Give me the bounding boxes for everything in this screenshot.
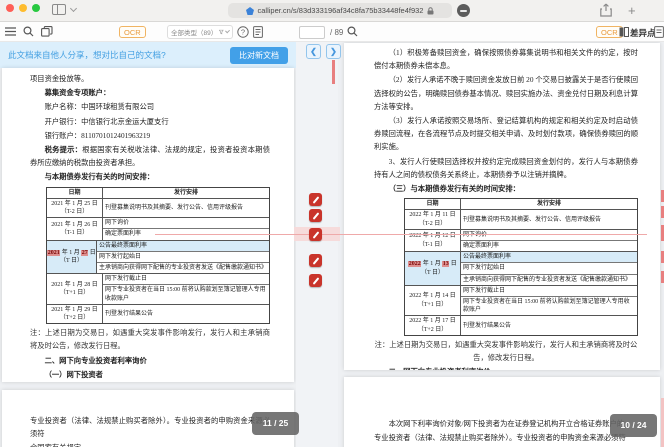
right-page-1: （1）积极筹备赎回资金，确保按照债券募集说明书和相关文件的约定，按时偿付本期债券…: [344, 43, 660, 370]
paragraph: 税务提示：根据国家有关税收法律、法规的规定，投资者投资本期债券所应缴纳的税款由投…: [30, 143, 270, 169]
prev-diff-button[interactable]: ❮: [306, 44, 321, 59]
type-filter-dropdown[interactable]: 全部类型（89）: [167, 25, 233, 39]
url-text: calliper.cn/s/83d333196af34c8fa75b33448f…: [258, 6, 424, 15]
table-header: 日期 发行安排: [405, 199, 637, 209]
help-icon[interactable]: ?: [237, 26, 249, 38]
dropdown-chevron-icon: [225, 28, 230, 33]
right-document-pane: （1）积极筹备赎回资金，确保按照债券募集说明书和相关文件的约定，按时偿付本期债券…: [338, 42, 664, 447]
table-row: 2021 年 1 月 29 日（T+2 日） 刊登发行结果公告: [47, 304, 269, 323]
paragraph: 专业投资者（法律、法规禁止购买者除外）。专业投资者的申购资金来源必须符: [374, 431, 638, 444]
page-total-label: / 89: [330, 28, 343, 37]
diff-marker-icon[interactable]: [309, 193, 322, 206]
compare-new-doc-button[interactable]: 比对新文档: [230, 47, 288, 64]
diff-marker-icon[interactable]: [309, 254, 322, 267]
table-header: 日期 发行安排: [47, 188, 269, 198]
extension-icon[interactable]: [457, 4, 470, 17]
pane-divider: [296, 42, 338, 447]
paragraph: （2）发行人承诺不晚于赎回资金发放日前 20 个交易日披露关于是否行使赎回选择权…: [374, 73, 638, 113]
paragraph: 银行账户：8110701012401963219: [30, 129, 270, 142]
paragraph: 3、发行人行使赎回选择权并按约定完成赎回资金划付的，发行人与本期债券持有人之间的…: [374, 155, 638, 181]
table-note: 注：上述日期为交易日，如遇重大突发事件影响发行，发行人和主承销商将及时公告，修改…: [30, 326, 270, 352]
svg-text:?: ?: [241, 28, 245, 37]
heading: （三）与本期债券发行有关的时间安排：: [374, 182, 638, 195]
heading: 二、网下向专业投资者利率询价: [30, 354, 270, 367]
split-compare-icon[interactable]: [619, 27, 629, 37]
filter-icon: [219, 29, 224, 35]
page-number-input[interactable]: [299, 26, 325, 39]
table-note: 注：上述日期为交易日，如遇重大突发事件影响发行，发行人和主承销商将及时公告，修改…: [374, 338, 638, 364]
site-favicon: [246, 7, 254, 15]
app-toolbar: OCR 全部类型（89） ? / 89 OCR 差异点: [0, 22, 664, 42]
thumbnails-icon[interactable]: [41, 26, 53, 37]
share-banner: 此文档来自他人分享，想对比自己的文档? 比对新文档: [0, 42, 296, 68]
search-icon-right[interactable]: [347, 26, 358, 37]
paragraph: （1）积极筹备赎回资金，确保按照债券募集说明书和相关文件的约定，按时偿付本期债券…: [374, 46, 638, 72]
heading: 二、网下向专业投资者利率询价: [374, 365, 638, 370]
paragraph: （3）发行人承诺按照交易场所、登记结算机构的规定和相关约定及时启动债券赎回流程，…: [374, 114, 638, 154]
table-row-highlighted: 2021 年 1 月 27 日（T 日） 公告最终票面利率网下发行起始日主承销商…: [47, 240, 269, 274]
paragraph: 开户银行：中信银行北京金运大厦支行: [30, 115, 270, 128]
schedule-table-right: 日期 发行安排 2022 年 1 月 11 日（T-2 日） 刊登募集说明书及其…: [404, 198, 638, 336]
left-page-2: 专业投资者（法律、法规禁止购买者除外）。专业投资者的申购资金来源必须符 合国家有…: [2, 390, 294, 447]
share-icon[interactable]: [600, 3, 612, 17]
left-document-pane: 此文档来自他人分享，想对比自己的文档? 比对新文档 项目资金投放等。 募集资金专…: [0, 42, 296, 447]
browser-window: calliper.cn/s/83d333196af34c8fa75b33448f…: [0, 0, 664, 447]
diff-connector-line: [155, 234, 647, 235]
browser-chrome: calliper.cn/s/83d333196af34c8fa75b33448f…: [0, 0, 664, 22]
heading: 与本期债券发行有关的时间安排：: [30, 170, 270, 183]
diff-marker-icon[interactable]: [309, 209, 322, 222]
lock-icon: [427, 7, 434, 15]
menu-icon[interactable]: [5, 26, 16, 37]
heading: （一）网下投资者: [30, 368, 270, 381]
diff-marker-icon[interactable]: [309, 274, 322, 287]
table-row: 2022 年 1 月 12 日（T-1 日） 网下询价确定票面利率: [405, 229, 637, 251]
next-diff-button[interactable]: ❯: [326, 44, 341, 59]
address-bar[interactable]: calliper.cn/s/83d333196af34c8fa75b33448f…: [228, 3, 452, 18]
main-area: 此文档来自他人分享，想对比自己的文档? 比对新文档 项目资金投放等。 募集资金专…: [0, 42, 664, 447]
diff-marker-icon[interactable]: [309, 228, 322, 241]
paragraph: 项目资金投放等。: [30, 72, 270, 85]
schedule-table-left: 日期 发行安排 2021 年 1 月 25 日（T-2 日） 刊登募集说明书及其…: [46, 187, 270, 325]
table-row: 2022 年 1 月 11 日（T-2 日） 刊登募集说明书及其摘要、发行公告、…: [405, 209, 637, 228]
left-page-badge: 11 / 25: [252, 412, 299, 435]
right-page-badge: 10 / 24: [610, 414, 657, 437]
ocr-badge-left[interactable]: OCR: [119, 26, 146, 38]
search-icon-left[interactable]: [23, 26, 34, 37]
zoom-window-button[interactable]: [32, 4, 40, 12]
share-banner-text: 此文档来自他人分享，想对比自己的文档?: [8, 49, 166, 61]
document-icon-left[interactable]: [253, 26, 263, 38]
left-page-1: 项目资金投放等。 募集资金专项账户： 账户名称：中国环球租赁有限公司 开户银行：…: [2, 68, 294, 382]
paragraph: 本次网下利率询价对象/网下投资者为在证券登记机构开立合格证券账户的: [374, 417, 638, 430]
paragraph: 账户名称：中国环球租赁有限公司: [30, 100, 270, 113]
diff-ruler-tick[interactable]: [332, 60, 335, 84]
table-row: 2021 年 1 月 26 日（T-1 日） 网下询价确定票面利率: [47, 217, 269, 239]
table-row-highlighted: 2022 年 1 月 13 日（T 日） 公告最终票面利率网下发行起始日主承销商…: [405, 251, 637, 285]
type-filter-label: 全部类型（89）: [171, 27, 217, 37]
table-row: 2021 年 1 月 28 日（T+1 日） 网下发行截止日网下专业投资者在当日…: [47, 273, 269, 304]
close-window-button[interactable]: [6, 4, 14, 12]
sidebar-toggle-icon[interactable]: [52, 4, 66, 15]
paragraph: 合国家有关规定。: [30, 441, 270, 447]
table-row: 2022 年 1 月 17 日（T+2 日） 刊登发行结果公告: [405, 315, 637, 334]
diff-report-icon[interactable]: [654, 26, 664, 38]
table-row: 2022 年 1 月 14 日（T+1 日） 网下发行截止日网下专业投资者在当日…: [405, 285, 637, 316]
heading: 募集资金专项账户：: [30, 86, 270, 99]
table-row: 2021 年 1 月 25 日（T-2 日） 刊登募集说明书及其摘要、发行公告、…: [47, 198, 269, 217]
chevron-down-icon[interactable]: [70, 5, 77, 12]
new-tab-button[interactable]: +: [628, 3, 636, 18]
diff-points-label[interactable]: 差异点: [630, 27, 656, 39]
minimize-window-button[interactable]: [19, 4, 27, 12]
paragraph: 专业投资者（法律、法规禁止购买者除外）。专业投资者的申购资金来源必须符: [30, 414, 270, 440]
